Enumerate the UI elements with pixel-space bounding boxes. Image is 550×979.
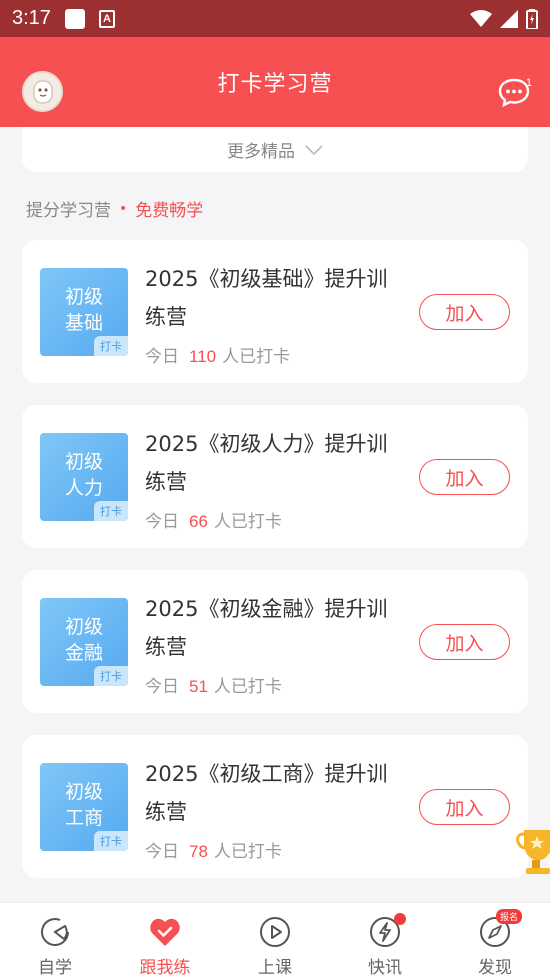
camp-card[interactable]: 初级工商 打卡 2025《初级工商》提升训练营 今日 78 人已打卡 加入 — [22, 735, 528, 878]
news-icon-wrap — [368, 913, 406, 949]
app-header: 打卡学习营 1 — [0, 37, 550, 127]
thumb-line2: 工商 — [64, 807, 103, 829]
checkin-count: 今日 110 人已打卡 — [145, 342, 290, 367]
tab-practice[interactable]: 跟我练 — [110, 903, 220, 979]
tab-class[interactable]: 上课 — [220, 903, 330, 979]
tab-label: 自学 — [38, 958, 72, 978]
section-header: 提分学习营 • 免费畅学 — [26, 196, 204, 222]
bottom-tab-bar: 自学 跟我练 上课 快讯 报名 发现 — [0, 902, 550, 979]
tab-label: 跟我练 — [139, 958, 191, 978]
count-suffix: 人已打卡 — [213, 842, 282, 862]
chevron-down-icon — [305, 144, 323, 155]
practice-check-icon — [150, 918, 180, 946]
status-time: 3:17 — [12, 7, 51, 29]
join-button[interactable]: 加入 — [419, 789, 510, 825]
thumb-line1: 初级 — [64, 286, 103, 308]
count-prefix: 今日 — [145, 347, 179, 367]
self-study-icon — [41, 918, 69, 946]
notification-square-icon — [64, 8, 85, 29]
camp-title: 2025《初级金融》提升训练营 — [145, 597, 388, 659]
thumb-tag: 打卡 — [94, 336, 128, 356]
camp-thumbnail: 初级基础 打卡 — [40, 268, 128, 356]
camp-card[interactable]: 初级金融 打卡 2025《初级金融》提升训练营 今日 51 人已打卡 加入 — [22, 570, 528, 713]
thumb-line1: 初级 — [64, 781, 103, 803]
play-icon — [260, 917, 290, 947]
count-prefix: 今日 — [145, 842, 179, 862]
camp-card[interactable]: 初级人力 打卡 2025《初级人力》提升训练营 今日 66 人已打卡 加入 — [22, 405, 528, 548]
thumb-tag: 打卡 — [94, 666, 128, 686]
wifi-icon — [470, 9, 492, 27]
section-title: 提分学习营 — [26, 201, 111, 221]
tab-discover[interactable]: 报名 发现 — [440, 903, 550, 979]
join-button[interactable]: 加入 — [419, 294, 510, 330]
checkin-count: 今日 51 人已打卡 — [145, 672, 282, 697]
camp-title: 2025《初级工商》提升训练营 — [145, 762, 388, 824]
avatar-face-icon — [32, 79, 53, 104]
count-number: 110 — [189, 347, 217, 366]
discover-icon-wrap: 报名 — [478, 909, 522, 949]
camp-thumbnail: 初级人力 打卡 — [40, 433, 128, 521]
notification-app-icon: A — [98, 9, 115, 28]
count-suffix: 人已打卡 — [213, 512, 282, 532]
camp-card[interactable]: 初级基础 打卡 2025《初级基础》提升训练营 今日 110 人已打卡 加入 — [22, 240, 528, 383]
more-label: 更多精品 — [227, 142, 295, 162]
checkin-count: 今日 66 人已打卡 — [145, 507, 282, 532]
count-number: 66 — [189, 512, 208, 531]
trophy-icon[interactable] — [516, 822, 550, 878]
thumb-line2: 人力 — [64, 477, 103, 499]
more-products-toggle[interactable]: 更多精品 — [22, 127, 528, 172]
tab-label: 发现 — [478, 958, 512, 978]
camp-thumbnail: 初级金融 打卡 — [40, 598, 128, 686]
signup-badge: 报名 — [495, 909, 522, 924]
thumb-line2: 基础 — [64, 312, 103, 334]
checkin-count: 今日 78 人已打卡 — [145, 837, 282, 862]
count-number: 78 — [189, 842, 208, 861]
count-suffix: 人已打卡 — [222, 347, 291, 367]
camp-title: 2025《初级人力》提升训练营 — [145, 432, 388, 494]
count-prefix: 今日 — [145, 677, 179, 697]
avatar[interactable] — [22, 71, 63, 112]
status-bar: 3:17 A — [0, 0, 550, 37]
tab-label: 快讯 — [368, 958, 402, 978]
join-button[interactable]: 加入 — [419, 459, 510, 495]
count-prefix: 今日 — [145, 512, 179, 532]
thumb-line1: 初级 — [64, 451, 103, 473]
thumb-line2: 金融 — [64, 642, 103, 664]
thumb-line1: 初级 — [64, 616, 103, 638]
section-dot: • — [119, 200, 128, 217]
count-suffix: 人已打卡 — [213, 677, 282, 697]
unread-dot — [394, 913, 406, 925]
free-label: 免费畅学 — [135, 201, 204, 221]
join-button[interactable]: 加入 — [419, 624, 510, 660]
page-title: 打卡学习营 — [217, 72, 333, 97]
tab-news[interactable]: 快讯 — [330, 903, 440, 979]
camp-thumbnail: 初级工商 打卡 — [40, 763, 128, 851]
count-number: 51 — [189, 677, 208, 696]
tab-self-study[interactable]: 自学 — [0, 903, 110, 979]
battery-icon — [526, 8, 538, 29]
message-count: 1 — [525, 77, 532, 89]
tab-label: 上课 — [258, 958, 292, 978]
thumb-tag: 打卡 — [94, 831, 128, 851]
camp-title: 2025《初级基础》提升训练营 — [145, 267, 388, 329]
thumb-tag: 打卡 — [94, 501, 128, 521]
signal-icon — [500, 9, 518, 28]
